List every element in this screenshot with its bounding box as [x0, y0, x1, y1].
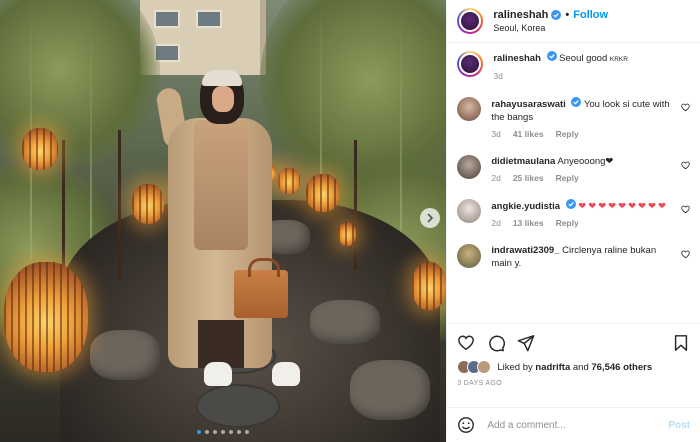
comment-item: angkie.yudistia ❤❤❤❤❤❤❤❤❤ 2d 13 likes Re…	[457, 199, 690, 230]
comment-age: 2d	[491, 173, 501, 183]
comment-username[interactable]: indrawati2309_	[491, 245, 559, 256]
likes-middle: and	[572, 361, 589, 373]
caption-username[interactable]: ralineshah	[493, 53, 541, 64]
caption-age: 3d	[493, 71, 503, 81]
heart-icon[interactable]	[681, 103, 690, 112]
comment-composer: Post	[447, 407, 700, 442]
post-header: ralineshah • Follow Seoul, Korea	[447, 0, 700, 43]
caption: ralineshah Seoul good KRKR 3d	[457, 51, 690, 83]
carousel-dot	[237, 430, 242, 434]
comment-likes[interactable]: 41 likes	[513, 128, 544, 141]
instagram-post-modal: ralineshah • Follow Seoul, Korea ralines…	[0, 0, 700, 442]
commenter-avatar[interactable]	[457, 244, 482, 268]
comment-icon[interactable]	[487, 334, 506, 352]
comment-item: rahayusaraswati You look si cute with th…	[457, 97, 690, 141]
commenter-avatar[interactable]	[457, 199, 482, 223]
person-figure	[154, 70, 300, 410]
reply-button[interactable]: Reply	[556, 128, 579, 141]
comments-list: ralineshah Seoul good KRKR 3d rahayusara…	[447, 43, 700, 323]
likes-count[interactable]: 76,546 others	[591, 362, 652, 373]
carousel-dot	[245, 430, 250, 434]
lantern	[306, 174, 340, 212]
verified-icon	[546, 51, 557, 61]
likes-summary: Liked by nadrifta and 76,546 others	[457, 360, 690, 374]
comment-likes[interactable]: 25 likes	[513, 172, 544, 185]
chevron-right-icon	[428, 213, 434, 223]
post-comment-button[interactable]: Post	[668, 420, 690, 431]
emoji-icon[interactable]	[457, 416, 475, 434]
location-link[interactable]: Seoul, Korea	[493, 23, 608, 33]
heart-icon[interactable]	[457, 334, 475, 352]
liker-avatar	[477, 360, 492, 374]
comment-username[interactable]: rahayusaraswati	[491, 99, 565, 110]
comment-likes[interactable]: 13 likes	[513, 217, 544, 230]
reply-button[interactable]: Reply	[556, 172, 579, 185]
comment-username[interactable]: didietmaulana	[491, 156, 555, 167]
verified-icon	[571, 97, 582, 107]
reply-button[interactable]: Reply	[556, 217, 579, 230]
author-avatar[interactable]	[457, 51, 484, 77]
likes-prefix: Liked by	[497, 361, 533, 373]
comment-text: ❤❤❤❤❤❤❤❤❤	[578, 201, 668, 212]
carousel-dot	[205, 430, 210, 434]
verified-icon	[551, 10, 562, 20]
post-actions: Liked by nadrifta and 76,546 others 3 DA…	[447, 323, 700, 407]
carousel-dot	[197, 430, 202, 434]
comment-item: didietmaulana Anyeooong❤ 2d 25 likes Rep…	[457, 155, 690, 185]
carousel-dot	[229, 430, 234, 434]
commenter-avatar[interactable]	[457, 97, 482, 121]
carousel-dot	[221, 430, 226, 434]
commenter-avatar[interactable]	[457, 155, 482, 179]
carousel-dot	[213, 430, 218, 434]
caption-text: Seoul good	[559, 53, 608, 64]
share-icon[interactable]	[517, 334, 535, 352]
comment-username[interactable]: angkie.yudistia	[491, 201, 560, 212]
heart-icon[interactable]	[681, 250, 690, 259]
lantern	[22, 128, 58, 170]
post-time: 3 DAYS AGO	[457, 380, 502, 387]
verified-icon	[565, 199, 576, 209]
separator-dot: •	[565, 9, 570, 21]
author-username[interactable]: ralineshah	[493, 9, 548, 21]
liked-by-user[interactable]: nadrifta	[535, 362, 570, 373]
heart-icon[interactable]	[681, 205, 690, 214]
comment-text: Anyeooong❤	[557, 156, 614, 167]
comment-age: 3d	[491, 129, 501, 139]
comment-input[interactable]	[485, 418, 669, 432]
lantern	[4, 262, 88, 372]
caption-tag: KRKR	[609, 56, 628, 63]
lantern	[338, 222, 356, 246]
follow-button[interactable]: Follow	[573, 9, 608, 21]
heart-icon[interactable]	[681, 161, 690, 170]
comment-item: indrawati2309_ Circlenya raline bukan ma…	[457, 244, 690, 270]
carousel-indicator	[0, 430, 446, 434]
comment-age: 2d	[491, 218, 501, 228]
post-photo[interactable]	[0, 0, 447, 442]
lantern	[412, 262, 446, 310]
bookmark-icon[interactable]	[672, 334, 690, 352]
post-side-panel: ralineshah • Follow Seoul, Korea ralines…	[446, 0, 700, 442]
author-avatar[interactable]	[457, 8, 484, 34]
